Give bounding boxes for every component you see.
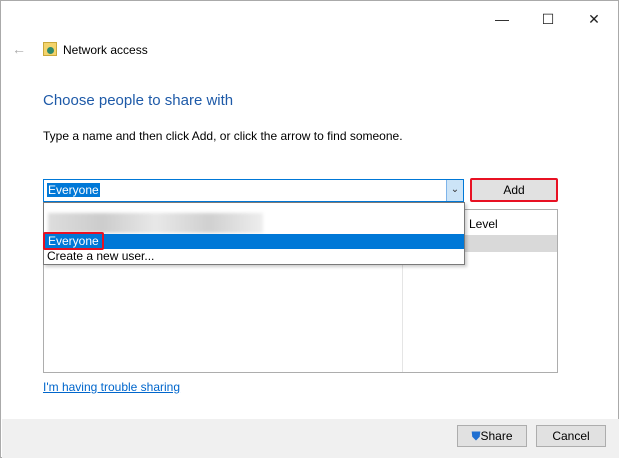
cancel-button[interactable]: Cancel [536, 425, 606, 447]
combo-value[interactable]: Everyone [47, 183, 100, 197]
add-button[interactable]: Add [470, 178, 558, 202]
share-button[interactable]: ⛊Share [457, 425, 527, 447]
user-name-combobox[interactable]: Everyone ⌄ [43, 179, 464, 202]
close-button[interactable]: ✕ [571, 7, 617, 31]
network-access-window: — ☐ ✕ ← Network access Choose people to … [0, 0, 619, 458]
blurred-user-item[interactable] [48, 213, 263, 233]
dropdown-item-create-user[interactable]: Create a new user... [44, 249, 464, 264]
back-arrow-icon[interactable]: ← [12, 41, 26, 57]
column-header-level[interactable]: Level [469, 217, 498, 231]
maximize-button[interactable]: ☐ [525, 7, 571, 31]
instruction-text: Type a name and then click Add, or click… [43, 129, 403, 143]
page-heading: Choose people to share with [43, 92, 234, 109]
network-users-icon [43, 42, 57, 56]
trouble-sharing-link[interactable]: I'm having trouble sharing [43, 380, 180, 394]
window-title: Network access [63, 43, 148, 57]
minimize-button[interactable]: — [479, 7, 525, 31]
chevron-down-icon[interactable]: ⌄ [446, 180, 463, 201]
user-dropdown-list[interactable]: Everyone Create a new user... [43, 202, 465, 265]
dropdown-item-everyone[interactable]: Everyone [43, 232, 464, 250]
